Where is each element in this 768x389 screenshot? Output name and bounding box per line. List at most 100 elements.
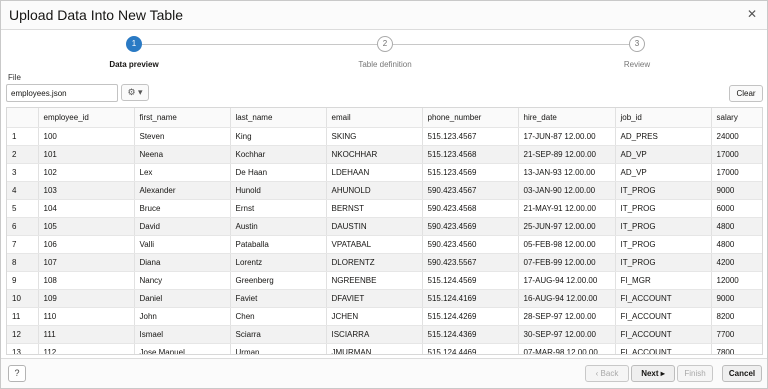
row-number-cell: 5 [7,199,39,218]
table-cell: Urman [230,343,327,354]
column-header-email[interactable]: email [326,108,423,128]
table-cell: IT_PROG [615,217,712,236]
column-header-phone_number[interactable]: phone_number [422,108,519,128]
upload-dialog: Upload Data Into New Table ✕ 1 Data prev… [0,0,768,389]
table-cell: LDEHAAN [326,163,423,182]
row-number-cell: 4 [7,181,39,200]
wizard-connector [142,44,377,45]
table-cell: IT_PROG [615,181,712,200]
dialog-title: Upload Data Into New Table [9,7,184,23]
table-cell: IT_PROG [615,199,712,218]
table-cell: 100 [38,127,135,146]
table-cell: 17-AUG-94 12.00.00 [518,271,616,290]
row-number-cell: 3 [7,163,39,182]
table-row[interactable]: 3 102 Lex De Haan LDEHAAN 515.123.4569 13-JAN-… [7,163,762,182]
table-row[interactable]: 1 100 Steven King SKING 515.123.4567 17-JUN-87… [7,127,762,146]
table-cell: 21-SEP-89 12.00.00 [518,145,616,164]
table-cell: 6000 [711,199,762,218]
table-cell: 515.123.4568 [422,145,519,164]
table-cell: King [230,127,327,146]
table-cell: DAUSTIN [326,217,423,236]
table-cell: JCHEN [326,307,423,326]
file-input[interactable]: employees.json [6,84,118,102]
table-cell: 112 [38,343,135,354]
table-cell: 25-JUN-97 12.00.00 [518,217,616,236]
table-cell: 7800 [711,343,762,354]
clear-button[interactable]: Clear [729,85,763,102]
column-header-first_name[interactable]: first_name [134,108,231,128]
table-cell: Valli [134,235,231,254]
next-button[interactable]: Next ▸ [631,365,675,382]
table-cell: JMURMAN [326,343,423,354]
table-cell: 17-JUN-87 12.00.00 [518,127,616,146]
table-row[interactable]: 6 105 David Austin DAUSTIN 590.423.4569 25-JUN… [7,217,762,236]
table-cell: VPATABAL [326,235,423,254]
column-header-job_id[interactable]: job_id [615,108,712,128]
table-cell: Kochhar [230,145,327,164]
table-row[interactable]: 8 107 Diana Lorentz DLORENTZ 590.423.5567 07-F… [7,253,762,272]
wizard-step-3-label: Review [623,60,651,69]
dialog-footer: ? ‹ Back Next ▸ Finish Cancel [1,358,767,388]
table-cell: 105 [38,217,135,236]
table-cell: 111 [38,325,135,344]
table-row[interactable]: 7 106 Valli Pataballa VPATABAL 590.423.4560 05… [7,235,762,254]
table-cell: Lex [134,163,231,182]
table-cell: 30-SEP-97 12.00.00 [518,325,616,344]
cancel-button[interactable]: Cancel [722,365,762,382]
column-header-hire_date[interactable]: hire_date [518,108,616,128]
table-cell: 4200 [711,253,762,272]
table-cell: Neena [134,145,231,164]
table-cell: Bruce [134,199,231,218]
table-row[interactable]: 13 112 Jose Manuel Urman JMURMAN 515.124.4469… [7,343,762,354]
table-cell: Chen [230,307,327,326]
table-row[interactable]: 12 111 Ismael Sciarra ISCIARRA 515.124.4369 30… [7,325,762,344]
table-cell: Pataballa [230,235,327,254]
table-cell: 107 [38,253,135,272]
table-cell: NKOCHHAR [326,145,423,164]
table-cell: 17000 [711,163,762,182]
table-cell: 515.124.4269 [422,307,519,326]
row-number-cell: 13 [7,343,39,354]
wizard-step-2-label: Table definition [358,60,412,69]
column-header-employee_id[interactable]: employee_id [38,108,135,128]
dialog-titlebar: Upload Data Into New Table ✕ [1,1,767,30]
close-icon[interactable]: ✕ [747,7,757,21]
table-cell: 590.423.4569 [422,217,519,236]
wizard-connector [393,44,629,45]
table-row[interactable]: 4 103 Alexander Hunold AHUNOLD 590.423.4567 03… [7,181,762,200]
wizard-step-3-marker[interactable]: 3 [629,36,645,52]
table-row[interactable]: 9 108 Nancy Greenberg NGREENBE 515.124.4569 17… [7,271,762,290]
table-row[interactable]: 10 109 Daniel Faviet DFAVIET 515.124.4169 16-A… [7,289,762,308]
table-row[interactable]: 2 101 Neena Kochhar NKOCHHAR 515.123.4568 21-S… [7,145,762,164]
table-cell: 515.123.4569 [422,163,519,182]
wizard-step-1-marker[interactable]: 1 [126,36,142,52]
table-cell: Alexander [134,181,231,200]
table-cell: AHUNOLD [326,181,423,200]
row-number-cell: 9 [7,271,39,290]
table-cell: IT_PROG [615,253,712,272]
table-row[interactable]: 11 110 John Chen JCHEN 515.124.4269 28-SEP-97 … [7,307,762,326]
row-number-cell: 12 [7,325,39,344]
table-cell: 109 [38,289,135,308]
data-preview-grid[interactable]: employee_id first_name last_name email phone… [6,107,763,355]
table-row[interactable]: 5 104 Bruce Ernst BERNST 590.423.4568 21-MAY-9… [7,199,762,218]
table-cell: John [134,307,231,326]
table-cell: 07-FEB-99 12.00.00 [518,253,616,272]
settings-dropdown-button[interactable]: ⚙ ▾ [121,84,149,101]
help-button[interactable]: ? [8,365,26,382]
table-header-row: employee_id first_name last_name email phone… [7,108,762,128]
table-cell: 9000 [711,181,762,200]
table-cell: Faviet [230,289,327,308]
table-cell: 515.123.4567 [422,127,519,146]
file-label: File [8,73,21,82]
wizard-step-2-marker[interactable]: 2 [377,36,393,52]
table-cell: 515.124.4469 [422,343,519,354]
table-cell: ISCIARRA [326,325,423,344]
row-number-cell: 8 [7,253,39,272]
table-cell: 07-MAR-98 12.00.00 [518,343,616,354]
column-header-rownum[interactable] [7,108,39,128]
column-header-last_name[interactable]: last_name [230,108,327,128]
table-cell: 103 [38,181,135,200]
column-header-salary[interactable]: salary [711,108,762,128]
table-cell: 590.423.4568 [422,199,519,218]
